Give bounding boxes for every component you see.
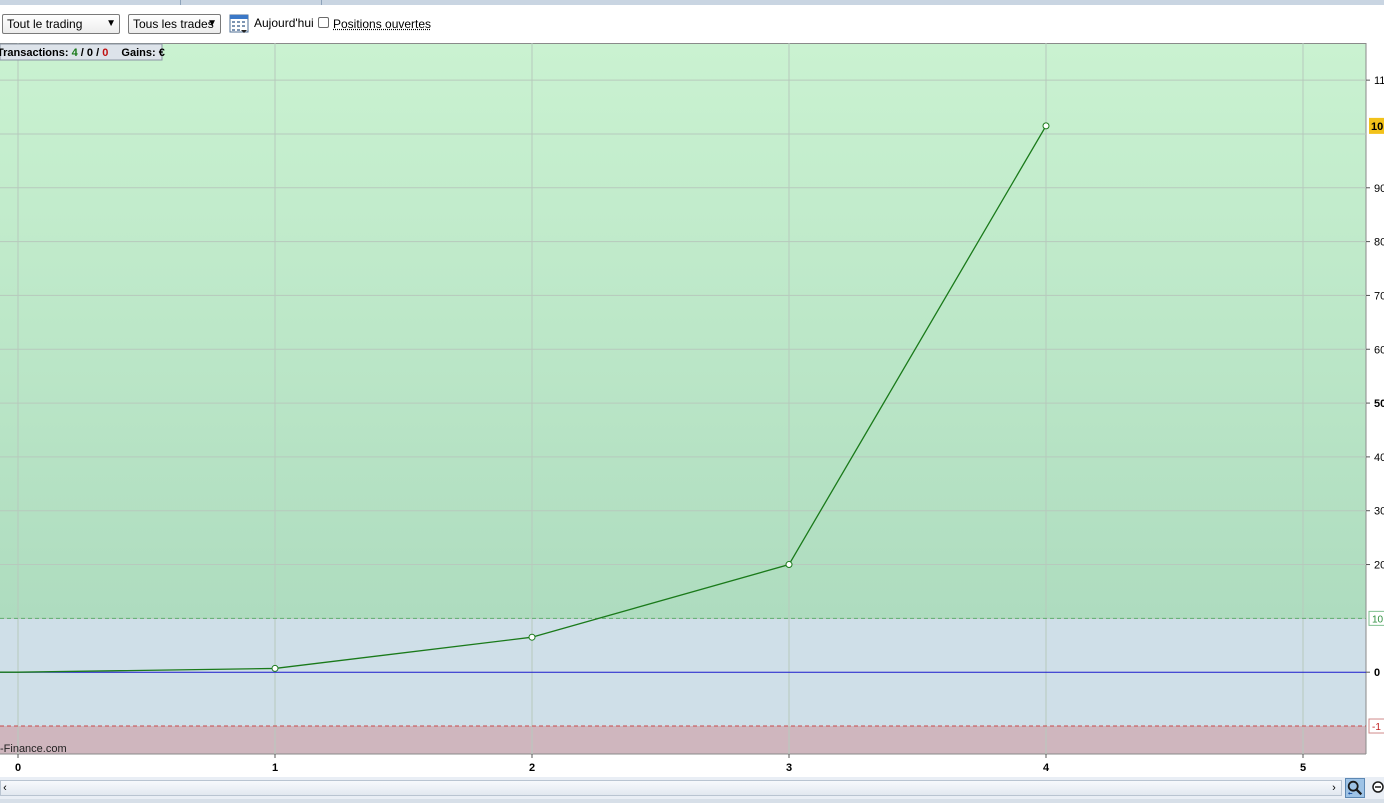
- period-select[interactable]: Tout le trading ▼: [2, 14, 120, 34]
- x-tick-label: 4: [1043, 762, 1050, 774]
- status-strip: [0, 799, 1384, 803]
- stats-box: Transactions: 4 / 0 / 0 Gains: €: [0, 43, 165, 61]
- x-tick-label: 5: [1300, 762, 1306, 774]
- x-tick-label: 2: [529, 762, 535, 774]
- data-point: [1042, 122, 1050, 130]
- y-tick-label: 90: [1374, 183, 1384, 195]
- zoom-out-icon[interactable]: [1368, 778, 1384, 798]
- zoom-in-icon[interactable]: [1345, 778, 1365, 798]
- y-tick-label: 60: [1374, 344, 1384, 356]
- calendar-icon[interactable]: [229, 14, 249, 34]
- y-tick-label: 11: [1374, 75, 1384, 87]
- transactions-count: 4: [72, 47, 79, 59]
- lower-threshold-tag: -1: [1368, 718, 1384, 734]
- transactions-label: Transactions:: [0, 47, 69, 59]
- svg-text:Transactions: 4 /: Transactions: 4 / 0 / 0 Gains: €: [0, 47, 165, 59]
- data-point: [271, 664, 279, 672]
- period-select-value: Tout le trading: [7, 17, 83, 31]
- x-axis-panel: [0, 754, 1366, 777]
- toolbar: Tout le trading ▼ Tous les trades ▼ Aujo…: [0, 5, 1384, 43]
- trades-select-value: Tous les trades: [133, 17, 214, 31]
- y-tick-label: 40: [1374, 452, 1384, 464]
- profit-zone: [0, 43, 1366, 619]
- today-label[interactable]: Aujourd'hui: [254, 16, 314, 30]
- upper-threshold-label: 10: [1372, 614, 1384, 625]
- transactions-loss-count: 0: [102, 47, 108, 59]
- watermark: -Finance.com: [0, 743, 67, 755]
- y-tick-label: 70: [1374, 290, 1384, 302]
- scroll-left-arrow-icon[interactable]: ‹: [0, 781, 10, 795]
- data-point: [528, 633, 536, 641]
- x-tick-label: 1: [272, 762, 278, 774]
- x-tick-label: 3: [786, 762, 792, 774]
- gains-label: Gains:: [121, 47, 155, 59]
- loss-zone: [0, 726, 1366, 754]
- equity-chart: 012345 0203040506070809011 Transactions:…: [0, 43, 1384, 777]
- trades-select[interactable]: Tous les trades ▼: [128, 14, 221, 34]
- current-value-badge: 10: [1369, 117, 1384, 134]
- data-point: [785, 561, 793, 569]
- y-tick-label: 0: [1374, 667, 1380, 679]
- current-value-label: 10: [1371, 121, 1383, 133]
- gains-value: €: [159, 47, 165, 59]
- y-tick-label: 20: [1374, 560, 1384, 572]
- y-tick-label: 50: [1374, 398, 1384, 410]
- open-positions-checkbox[interactable]: [318, 17, 329, 28]
- lower-threshold-label: -1: [1372, 722, 1381, 733]
- upper-threshold-tag: 10: [1368, 610, 1384, 626]
- scroll-right-arrow-icon[interactable]: ›: [1328, 781, 1340, 795]
- transactions-neutral-count: 0: [87, 47, 93, 59]
- x-tick-label: 0: [15, 762, 21, 774]
- horizontal-scrollbar[interactable]: [0, 780, 1342, 796]
- y-tick-label: 30: [1374, 506, 1384, 518]
- chevron-down-icon: ▼: [207, 18, 217, 29]
- y-tick-label: 80: [1374, 237, 1384, 249]
- chevron-down-icon: ▼: [106, 18, 116, 29]
- open-positions-label[interactable]: Positions ouvertes: [333, 17, 431, 31]
